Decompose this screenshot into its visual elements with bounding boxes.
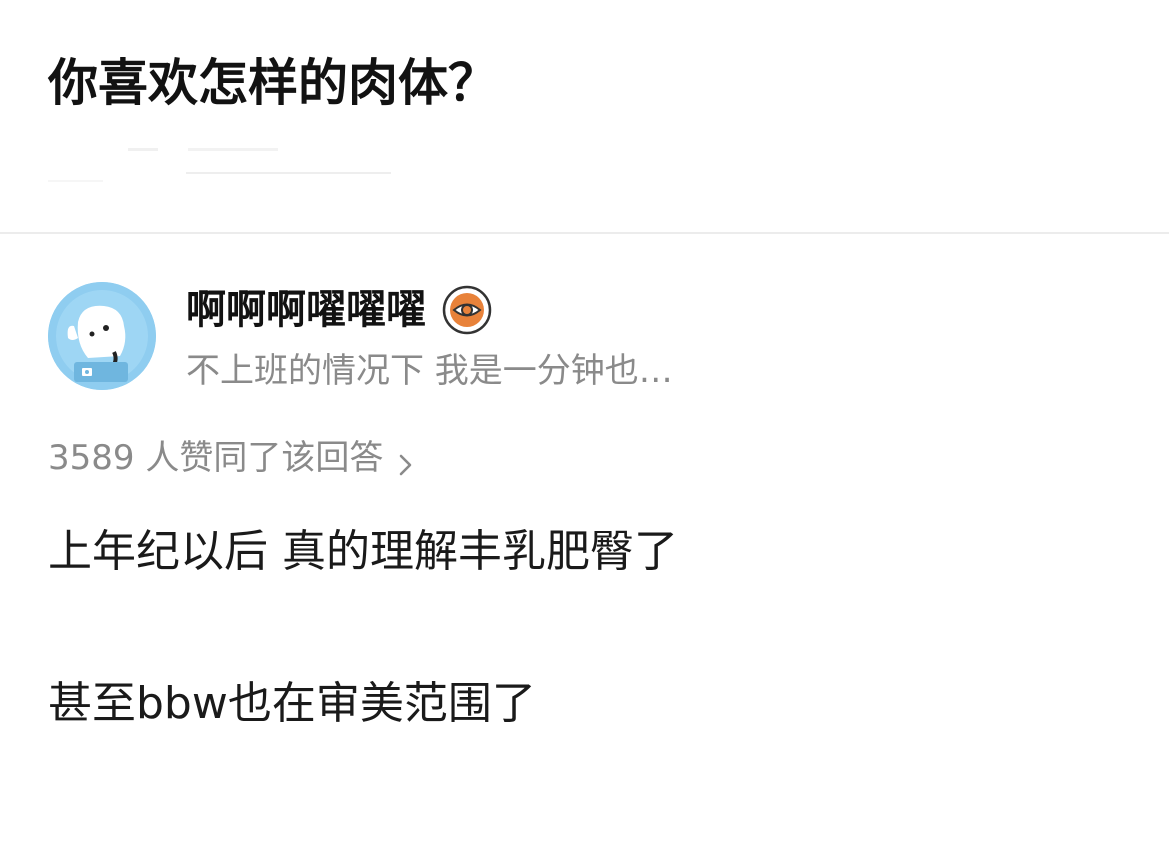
author-name[interactable]: 啊啊啊嚁嚁嚁 — [186, 282, 426, 338]
author-name-row: 啊啊啊嚁嚁嚁 — [186, 282, 492, 338]
author-bio: 不上班的情况下 我是一分钟也… — [186, 351, 673, 391]
chevron-right-icon — [397, 444, 415, 476]
question-meta-faded — [48, 140, 408, 190]
question-title[interactable]: 你喜欢怎样的肉体？ — [48, 50, 498, 116]
author-avatar[interactable] — [48, 282, 156, 390]
vote-summary[interactable]: 3589 人赞同了该回答 — [48, 434, 415, 482]
vote-text: 3589 人赞同了该回答 — [48, 438, 384, 478]
eye-badge-icon[interactable] — [442, 285, 492, 335]
dog-astronaut-avatar-icon — [48, 282, 156, 390]
answer-paragraph: 甚至bbw也在审美范围了 — [48, 678, 536, 729]
divider — [0, 232, 1169, 234]
answer-paragraph: 上年纪以后 真的理解丰乳肥臀了 — [48, 526, 678, 577]
